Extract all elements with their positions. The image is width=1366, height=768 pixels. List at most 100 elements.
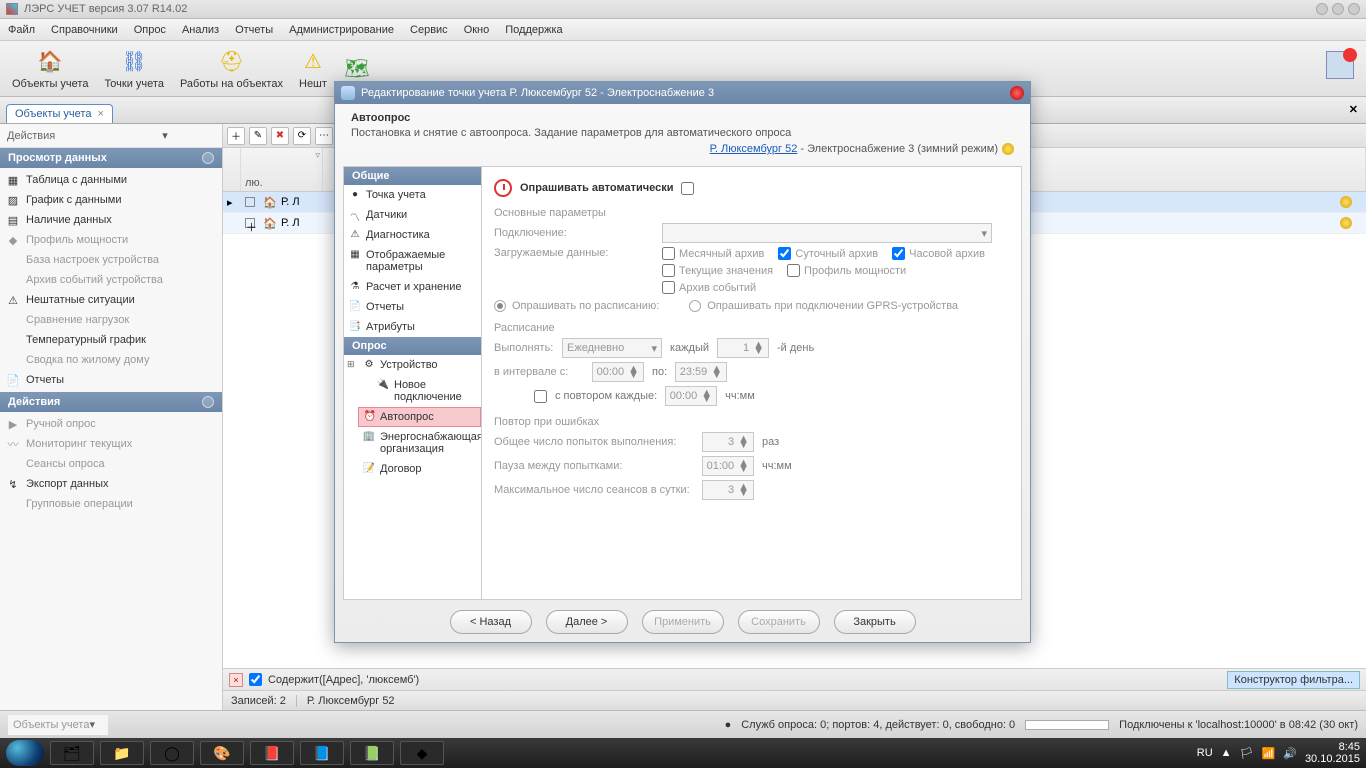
grid-more-button[interactable]: ⋯	[315, 127, 333, 145]
sidebar-item[interactable]: ↯Экспорт данных	[0, 474, 222, 494]
tab-objects[interactable]: Объекты учета ×	[6, 104, 113, 123]
nav-item[interactable]: 📑Атрибуты	[344, 317, 481, 337]
sidebar-item[interactable]: 📄Отчеты	[0, 370, 222, 390]
filter-icon[interactable]: ▿	[315, 150, 320, 161]
flag-icon[interactable]: 🏳	[1240, 747, 1254, 760]
sidebar-item[interactable]: ◆Профиль мощности	[0, 230, 222, 250]
sidebar-item[interactable]: ▶Ручной опрос	[0, 414, 222, 434]
attempts-spinner[interactable]: 3▲▼	[702, 432, 754, 452]
start-button[interactable]	[6, 740, 44, 766]
menu-window[interactable]: Окно	[464, 24, 490, 36]
sidebar-section-actions[interactable]: Действия	[0, 392, 222, 412]
sidebar-item[interactable]: ▤Наличие данных	[0, 210, 222, 230]
task-folder[interactable]: 📁	[100, 741, 144, 765]
nav-item[interactable]: ⚗Расчет и хранение	[344, 277, 481, 297]
clock[interactable]: 8:45 30.10.2015	[1305, 741, 1360, 765]
grid-delete-button[interactable]: ✖	[271, 127, 289, 145]
sidebar-item[interactable]: Сводка по жилому дому	[0, 350, 222, 370]
menu-poll[interactable]: Опрос	[134, 24, 166, 36]
sidebar-item[interactable]: Групповые операции	[0, 494, 222, 514]
maximize-button[interactable]	[1332, 3, 1344, 15]
task-paint[interactable]: 🎨	[200, 741, 244, 765]
task-explorer[interactable]: 🗂	[50, 741, 94, 765]
nav-org[interactable]: 🏢Энергоснабжающая организация	[358, 427, 481, 459]
sidebar-actions-dropdown[interactable]: Действия ▾	[0, 124, 222, 148]
toolbar-alerts[interactable]: ⚠Нешт	[291, 46, 335, 92]
sidebar-item[interactable]: База настроек устройства	[0, 250, 222, 270]
sidebar-section-view[interactable]: Просмотр данных	[0, 148, 222, 168]
nav-section-poll[interactable]: Опрос	[344, 337, 481, 355]
load-checkbox[interactable]: Архив событий	[662, 281, 756, 294]
notification-badge[interactable]	[1326, 51, 1354, 79]
close-button[interactable]: Закрыть	[834, 610, 916, 634]
nav-new-connection[interactable]: 🔌Новое подключение	[372, 375, 481, 407]
nav-section-general[interactable]: Общие	[344, 167, 481, 185]
toolbar-map[interactable]: 🗺	[335, 53, 379, 85]
every-spinner[interactable]: 1▲▼	[717, 338, 769, 358]
nav-item[interactable]: ⚠Диагностика	[344, 225, 481, 245]
sidebar-item[interactable]: ⚠Нештатные ситуации	[0, 290, 222, 310]
nav-item[interactable]: 📄Отчеты	[344, 297, 481, 317]
sidebar-item[interactable]: Сеансы опроса	[0, 454, 222, 474]
filter-enabled-checkbox[interactable]	[249, 673, 262, 686]
task-chrome[interactable]: ◯	[150, 741, 194, 765]
menu-ref[interactable]: Справочники	[51, 24, 118, 36]
sidebar-item[interactable]: 〰Мониторинг текущих	[0, 434, 222, 454]
dialog-close-button[interactable]	[1010, 86, 1024, 100]
nav-item[interactable]: ●Точка учета	[344, 185, 481, 205]
grid-col-expand[interactable]	[223, 148, 241, 191]
apply-button[interactable]: Применить	[642, 610, 724, 634]
max-spinner[interactable]: 3▲▼	[702, 480, 754, 500]
sidebar-item[interactable]: ▨График с данными	[0, 190, 222, 210]
radio-gprs[interactable]: Опрашивать при подключении GPRS-устройст…	[689, 300, 958, 312]
back-button[interactable]: < Назад	[450, 610, 532, 634]
repeat-checkbox[interactable]	[534, 390, 547, 403]
radio-schedule[interactable]: Опрашивать по расписанию:	[494, 300, 659, 312]
menu-reports[interactable]: Отчеты	[235, 24, 273, 36]
breadcrumb-link[interactable]: Р. Люксембург 52	[710, 143, 798, 155]
save-button[interactable]: Сохранить	[738, 610, 820, 634]
filter-clear-button[interactable]: ×	[229, 673, 243, 687]
minimize-button[interactable]	[1316, 3, 1328, 15]
menu-analysis[interactable]: Анализ	[182, 24, 219, 36]
filter-builder-button[interactable]: Конструктор фильтра...	[1227, 671, 1360, 689]
time-from-spinner[interactable]: 00:00▲▼	[592, 362, 644, 382]
nav-autopoll[interactable]: ⏰Автоопрос	[358, 407, 481, 427]
task-app[interactable]: ◆	[400, 741, 444, 765]
task-excel[interactable]: 📗	[350, 741, 394, 765]
status-context-dropdown[interactable]: Объекты учета	[8, 715, 108, 735]
sidebar-item[interactable]: Температурный график	[0, 330, 222, 350]
menu-file[interactable]: Файл	[8, 24, 35, 36]
next-button[interactable]: Далее >	[546, 610, 628, 634]
toolbar-points[interactable]: ⛓Точки учета	[96, 46, 172, 92]
grid-refresh-button[interactable]: ⟳	[293, 127, 311, 145]
pause-spinner[interactable]: 01:00▲▼	[702, 456, 754, 476]
load-checkbox[interactable]: Профиль мощности	[787, 264, 906, 277]
grid-col-0[interactable]: лю.▿	[241, 148, 323, 191]
task-word[interactable]: 📘	[300, 741, 344, 765]
load-checkbox[interactable]: Часовой архив	[892, 247, 985, 260]
tab-close-icon[interactable]: ×	[97, 108, 103, 120]
network-icon[interactable]: 📶	[1262, 747, 1276, 760]
connection-combo[interactable]: ▾	[662, 223, 992, 243]
menu-admin[interactable]: Администрирование	[289, 24, 394, 36]
nav-item[interactable]: 〽Датчики	[344, 205, 481, 225]
load-checkbox[interactable]: Суточный архив	[778, 247, 878, 260]
tray-icon[interactable]: ▲	[1221, 747, 1232, 759]
repeat-spinner[interactable]: 00:00▲▼	[665, 386, 717, 406]
time-to-spinner[interactable]: 23:59▲▼	[675, 362, 727, 382]
close-button[interactable]	[1348, 3, 1360, 15]
tabs-close-all[interactable]: ✕	[1349, 103, 1358, 116]
sidebar-item[interactable]: Архив событий устройства	[0, 270, 222, 290]
nav-item[interactable]: ▦Отображаемые параметры	[344, 245, 481, 277]
nav-device[interactable]: ⚙Устройство	[358, 355, 481, 375]
grid-edit-button[interactable]: ✎	[249, 127, 267, 145]
load-checkbox[interactable]: Текущие значения	[662, 264, 773, 277]
menu-service[interactable]: Сервис	[410, 24, 448, 36]
toolbar-objects[interactable]: 🏠Объекты учета	[4, 46, 96, 92]
grid-add-button[interactable]: ＋	[227, 127, 245, 145]
lang-indicator[interactable]: RU	[1197, 747, 1213, 759]
load-checkbox[interactable]: Месячный архив	[662, 247, 764, 260]
perform-combo[interactable]: Ежедневно▾	[562, 338, 662, 358]
sidebar-item[interactable]: Сравнение нагрузок	[0, 310, 222, 330]
